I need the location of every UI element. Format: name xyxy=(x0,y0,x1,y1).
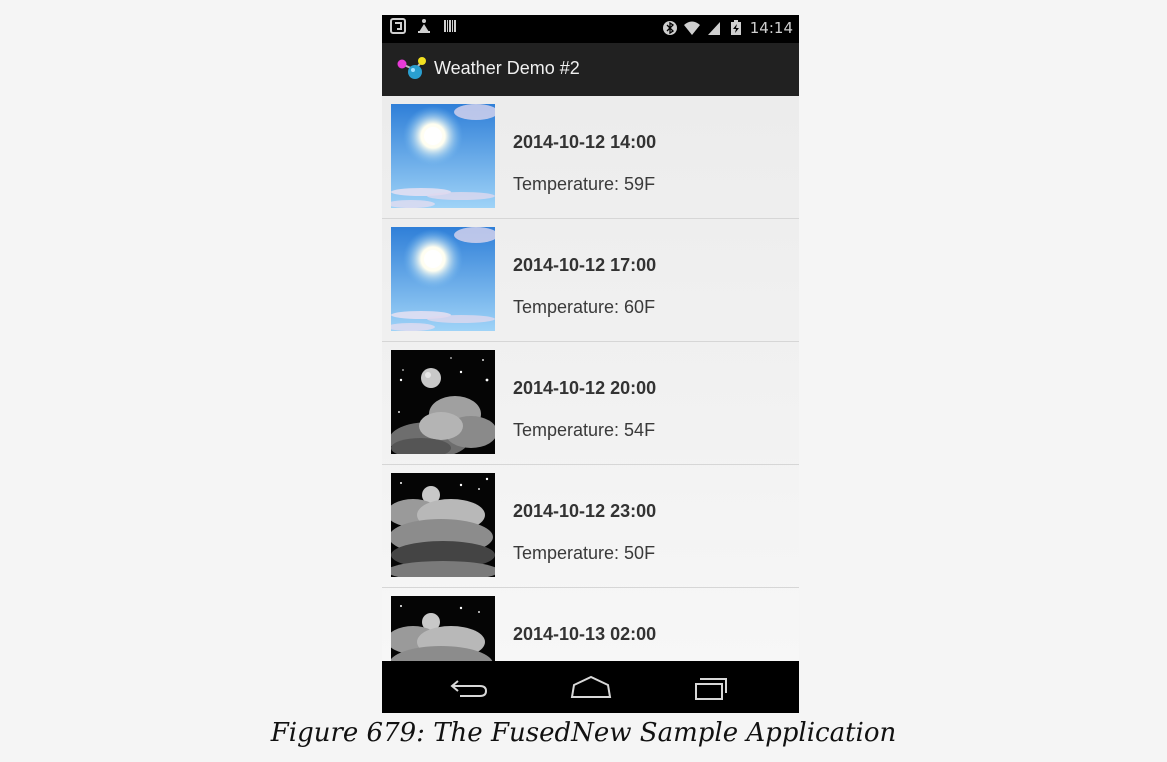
forecast-row[interactable]: 2014-10-12 20:00 Temperature: 54F xyxy=(382,342,799,465)
forecast-time: 2014-10-12 14:00 xyxy=(513,132,657,152)
signal-icon xyxy=(707,22,720,35)
sunny-icon xyxy=(391,104,495,208)
navigation-bar xyxy=(382,661,799,713)
forecast-temperature: Temperature: 59F xyxy=(513,174,656,194)
battery-icon xyxy=(730,20,741,35)
forecast-row[interactable]: 2014-10-12 17:00 Temperature: 60F xyxy=(382,219,799,342)
forecast-row[interactable]: 2014-10-13 02:00 xyxy=(382,588,799,661)
forecast-row[interactable]: 2014-10-12 23:00 Temperature: 50F xyxy=(382,465,799,588)
status-bar: 14:14 xyxy=(382,15,799,43)
barcode-icon xyxy=(444,20,456,32)
recents-icon[interactable] xyxy=(686,671,736,703)
wifi-icon xyxy=(683,21,700,35)
night-cloudy-icon xyxy=(391,350,495,454)
forecast-temperature: Temperature: 54F xyxy=(513,420,656,440)
forecast-time: 2014-10-12 23:00 xyxy=(513,501,657,521)
figure-caption: Figure 679: The FusedNew Sample Applicat… xyxy=(270,718,897,748)
android-icon xyxy=(418,19,430,33)
back-icon[interactable] xyxy=(446,671,496,703)
app-title: Weather Demo #2 xyxy=(434,58,580,78)
usb-debug-icon xyxy=(390,18,406,34)
weather-demo-app-icon[interactable] xyxy=(396,55,426,83)
sunny-icon xyxy=(391,227,495,331)
action-bar: Weather Demo #2 xyxy=(382,43,799,96)
night-overcast-icon xyxy=(391,473,495,577)
night-overcast-icon xyxy=(391,596,495,661)
home-icon[interactable] xyxy=(566,671,616,703)
clock: 14:14 xyxy=(749,19,793,37)
forecast-list[interactable]: 2014-10-12 14:00 Temperature: 59F 2014-1… xyxy=(382,96,799,661)
forecast-row[interactable]: 2014-10-12 14:00 Temperature: 59F xyxy=(382,96,799,219)
forecast-time: 2014-10-12 17:00 xyxy=(513,255,657,275)
forecast-time: 2014-10-12 20:00 xyxy=(513,378,657,398)
forecast-temperature: Temperature: 60F xyxy=(513,297,656,317)
forecast-time: 2014-10-13 02:00 xyxy=(513,624,657,644)
forecast-temperature: Temperature: 50F xyxy=(513,543,656,563)
bluetooth-icon xyxy=(662,21,677,35)
phone-screen: 14:14 Weather Demo #2 2014-10-12 14:00 T… xyxy=(382,15,799,713)
